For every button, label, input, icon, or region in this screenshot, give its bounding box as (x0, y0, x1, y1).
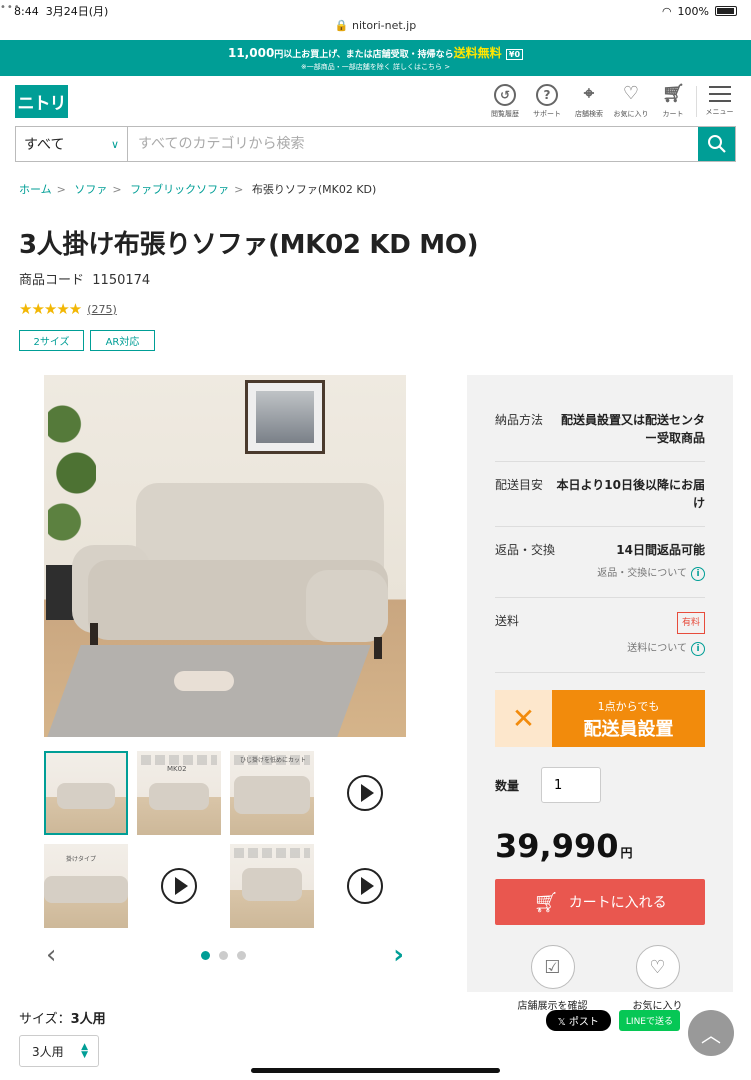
image-gallery: MK02 ひじ掛けを低めにカット 掛けタイプ ‹ › (44, 375, 406, 972)
url-bar[interactable]: 🔒 nitori-net.jp (0, 19, 751, 32)
battery-icon (715, 6, 737, 16)
breadcrumb-home[interactable]: ホーム (19, 183, 52, 196)
breadcrumb-fabric-sofa[interactable]: ファブリックソファ (130, 183, 229, 196)
favorite-button[interactable]: ♡ お気に入り (633, 945, 683, 1012)
play-icon (347, 868, 383, 904)
search-input[interactable] (128, 127, 698, 161)
heart-icon: ♡ (635, 945, 680, 989)
search-button[interactable] (698, 127, 735, 161)
rating: ★★★★★ (275) (19, 300, 732, 318)
page-dot-2[interactable] (219, 951, 228, 960)
help-icon: ? (536, 83, 558, 106)
main-product-image[interactable] (44, 375, 406, 737)
page-dot-3[interactable] (237, 951, 246, 960)
shipping-banner[interactable]: 11,000円以上お買上げ、または店舗受取・持帰なら送料無料 ¥0 ※一部商品・… (0, 40, 751, 76)
thumbnail-1[interactable] (44, 751, 128, 835)
star-rating-icon: ★★★★★ (19, 300, 82, 318)
store-check-icon: ☑ (530, 945, 575, 989)
home-indicator (251, 1068, 500, 1073)
tag-sizes[interactable]: 2サイズ (19, 330, 84, 351)
line-share-button[interactable]: LINEで送る (618, 1010, 680, 1031)
history-button[interactable]: ↺ 閲覧履歴 (486, 83, 524, 119)
thumbnail-3[interactable]: ひじ掛けを低めにカット (230, 751, 314, 835)
video-thumbnail-2[interactable] (137, 844, 221, 928)
play-icon (347, 775, 383, 811)
product-tags: 2サイズ AR対応 (19, 330, 732, 351)
search-category-select[interactable]: すべて ∨ (16, 127, 128, 161)
updown-icon: ▲ ▼ (81, 1042, 88, 1060)
price: 39,990 円 (495, 827, 633, 865)
site-logo[interactable]: ニトリ (15, 84, 68, 118)
status-bar: 8:44 3月24日(月) ••• ◠ 100% 🔒 nitori-net.jp (0, 0, 751, 32)
thumbnail-2[interactable]: MK02 (137, 751, 221, 835)
delivery-method-row: 納品方法 配送員設置又は配送センター受取商品 (495, 395, 705, 462)
chevron-down-icon: ∨ (110, 137, 119, 151)
breadcrumb-sofa[interactable]: ソファ (74, 183, 107, 196)
product-code: 商品コード 1150174 (19, 273, 151, 288)
info-icon: i (691, 642, 705, 656)
add-to-cart-button[interactable]: 🛒︎ カートに入れる (495, 879, 705, 925)
site-header: ニトリ ↺ 閲覧履歴 ? サポート ⌖ 店舗検索 ♡ お気に入り 🛒︎ カート メニュー (0, 76, 751, 126)
thumbnail-grid: MK02 ひじ掛けを低めにカット 掛けタイプ (44, 751, 406, 928)
returns-link[interactable]: 返品・交換について i (597, 565, 705, 583)
page-dot-1[interactable] (201, 951, 210, 960)
tools-icon: ✕ (495, 690, 552, 747)
menu-button[interactable]: メニュー (696, 85, 736, 117)
video-thumbnail-3[interactable] (323, 844, 407, 928)
delivery-setup-banner[interactable]: ✕ 1点からでも 配送員設置 (495, 690, 705, 747)
x-post-button[interactable]: 𝕏 ポスト (545, 1010, 611, 1031)
thumbnail-7[interactable] (230, 844, 314, 928)
share-buttons: 𝕏 ポスト LINEで送る (545, 1010, 680, 1031)
tag-ar[interactable]: AR対応 (90, 330, 155, 351)
hamburger-icon (708, 85, 731, 102)
prev-arrow-icon[interactable]: ‹ (46, 942, 56, 968)
tab-dots[interactable]: ••• (0, 2, 751, 13)
gallery-pager: ‹ › (44, 942, 406, 972)
heart-icon: ♡ (622, 82, 640, 104)
breadcrumb-current: 布張りソファ(MK02 KD) (251, 183, 377, 196)
store-display-button[interactable]: ☑ 店舗展示を確認 (518, 945, 588, 1012)
video-thumbnail-1[interactable] (323, 751, 407, 835)
info-icon: i (691, 567, 705, 581)
history-icon: ↺ (494, 83, 516, 106)
shipping-row: 送料 有料 送料について i (495, 598, 705, 673)
quantity-row: 数量 (495, 767, 705, 803)
breadcrumb: ホーム > ソファ > ファブリックソファ > 布張りソファ(MK02 KD) (19, 183, 377, 196)
search-bar: すべて ∨ (15, 126, 736, 162)
quantity-input[interactable] (541, 767, 602, 803)
delivery-date-row: 配送目安 本日より10日後以降にお届け (495, 462, 705, 527)
location-pin-icon: ⌖ (583, 82, 595, 104)
cart-icon: 🛒︎ (662, 82, 685, 104)
returns-row: 返品・交換 14日間返品可能 返品・交換について i (495, 527, 705, 598)
thumbnail-5[interactable]: 掛けタイプ (44, 844, 128, 928)
shipping-link[interactable]: 送料について i (627, 640, 705, 658)
support-button[interactable]: ? サポート (528, 83, 566, 119)
page-dots (201, 951, 246, 960)
favorites-button[interactable]: ♡ お気に入り (612, 82, 650, 119)
product-title: 3人掛け布張りソファ(MK02 KD MO) (19, 230, 479, 260)
scroll-top-button[interactable]: ︿ (688, 1010, 734, 1056)
sub-actions: ☑ 店舗展示を確認 ♡ お気に入り (495, 945, 705, 1012)
review-count-link[interactable]: (275) (87, 303, 117, 316)
cart-button[interactable]: 🛒︎ カート (654, 82, 692, 119)
purchase-panel: 納品方法 配送員設置又は配送センター受取商品 配送目安 本日より10日後以降にお… (467, 375, 733, 1012)
size-section: サイズ：3人用 3人用 ▲ ▼ 𝕏 ポスト LINEで送る ︿ (19, 1008, 734, 1067)
chevron-up-icon: ︿ (701, 1022, 721, 1047)
size-select[interactable]: 3人用 ▲ ▼ (19, 1035, 99, 1067)
play-icon (161, 868, 197, 904)
search-icon (707, 135, 726, 153)
paid-badge: 有料 (676, 612, 705, 634)
store-search-button[interactable]: ⌖ 店舗検索 (570, 82, 608, 119)
cart-plus-icon: 🛒︎ (533, 890, 559, 914)
next-arrow-icon[interactable]: › (393, 942, 404, 968)
wall-frame (245, 380, 325, 454)
